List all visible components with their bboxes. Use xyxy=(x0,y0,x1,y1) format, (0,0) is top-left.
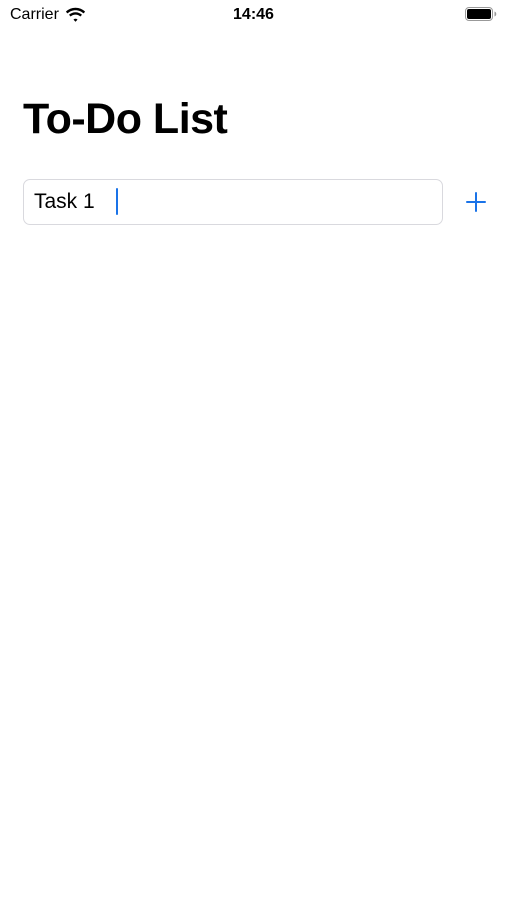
status-time: 14:46 xyxy=(233,6,274,23)
text-cursor xyxy=(116,188,118,215)
new-task-input[interactable] xyxy=(23,179,443,225)
plus-icon xyxy=(466,192,486,212)
page-title: To-Do List xyxy=(23,95,228,143)
add-task-button[interactable] xyxy=(457,183,495,221)
battery-icon xyxy=(465,7,497,21)
status-bar: Carrier 14:46 xyxy=(0,0,507,32)
new-task-row xyxy=(23,179,493,225)
